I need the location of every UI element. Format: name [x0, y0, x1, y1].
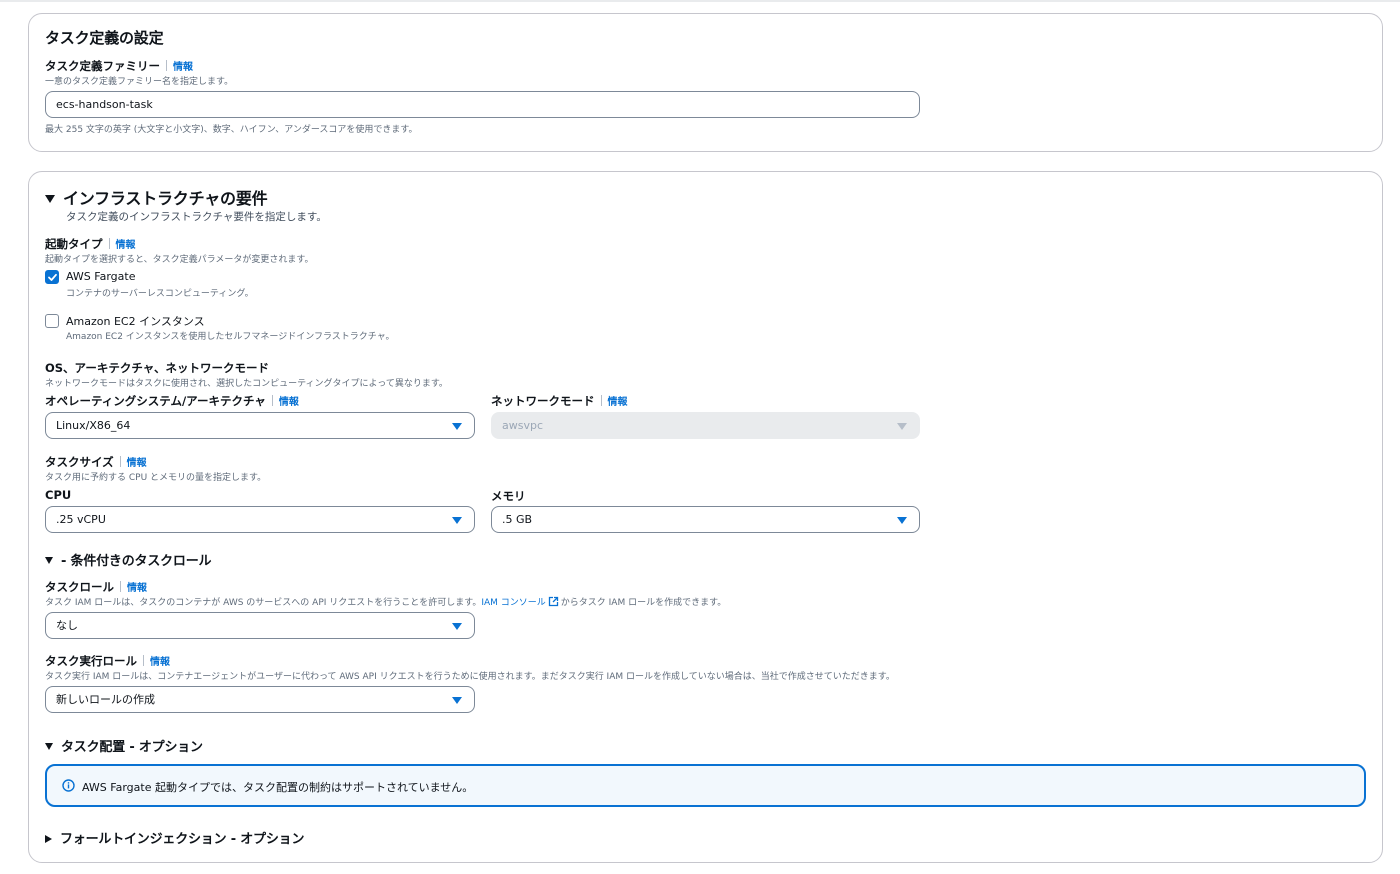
task-definition-title: タスク定義の設定: [45, 29, 164, 47]
infra-header[interactable]: インフラストラクチャの要件: [45, 185, 268, 209]
launch-type-label-row: 起動タイプ 情報: [45, 236, 136, 252]
ec2-checkbox[interactable]: [45, 314, 59, 328]
task-definition-panel: タスク定義の設定 タスク定義ファミリー 情報 一意のタスク定義ファミリー名を指定し…: [28, 13, 1383, 152]
infra-subtitle: タスク定義のインフラストラクチャ要件を指定します。: [66, 211, 327, 223]
separator: [166, 60, 167, 71]
fault-injection-section-header[interactable]: フォールトインジェクション - オプション: [45, 828, 304, 847]
chevron-down-icon: [897, 423, 907, 430]
task-size-label: タスクサイズ: [45, 455, 114, 469]
external-link-icon[interactable]: [548, 596, 559, 607]
network-label: ネットワークモード: [491, 394, 595, 408]
task-role-section-header[interactable]: - 条件付きのタスクロール: [45, 550, 212, 569]
placement-title: タスク配置 - オプション: [61, 740, 203, 755]
cpu-label: CPU: [45, 488, 72, 502]
os-select-value: Linux/X86_64: [56, 419, 131, 432]
chevron-down-icon: [452, 697, 462, 704]
exec-role-label-row: タスク実行ロール 情報: [45, 653, 170, 669]
separator: [143, 655, 144, 666]
expand-caret-icon: [45, 195, 55, 203]
expand-caret-icon: [45, 557, 53, 564]
fargate-description: コンテナのサーバーレスコンピューティング。: [66, 289, 254, 299]
os-section-description: ネットワークモードはタスクに使用され、選択したコンピューティングタイプによって異…: [45, 379, 448, 389]
task-role-select[interactable]: なし: [45, 612, 475, 639]
task-role-label-row: タスクロール 情報: [45, 579, 147, 595]
memory-label: メモリ: [491, 489, 526, 503]
separator: [108, 238, 110, 249]
family-input[interactable]: ecs-handson-task: [45, 91, 920, 118]
os-info-link[interactable]: 情報: [279, 397, 299, 408]
task-size-label-row: タスクサイズ 情報: [45, 454, 147, 470]
task-size-info-link[interactable]: 情報: [127, 458, 147, 469]
fault-injection-title: フォールトインジェクション - オプション: [60, 832, 305, 847]
exec-role-info-link[interactable]: 情報: [150, 657, 170, 668]
cpu-select-value: .25 vCPU: [56, 513, 106, 526]
network-mode-select: awsvpc: [491, 412, 920, 439]
os-label-row: オペレーティングシステム/アーキテクチャ 情報: [45, 393, 299, 409]
task-role-description: タスク IAM ロールは、タスクのコンテナが AWS のサービスへの API リ…: [45, 595, 726, 608]
expand-caret-icon: [45, 835, 52, 843]
exec-role-select[interactable]: 新しいロールの作成: [45, 686, 475, 713]
iam-console-link[interactable]: IAM コンソール: [481, 598, 545, 608]
exec-role-label: タスク実行ロール: [45, 654, 137, 668]
family-constraint-hint: 最大 255 文字の英字 (大文字と小文字)、数字、ハイフン、アンダースコアを使…: [45, 125, 418, 135]
check-icon: [47, 273, 57, 281]
family-info-link[interactable]: 情報: [173, 62, 193, 73]
exec-role-select-value: 新しいロールの作成: [56, 693, 155, 706]
os-label: オペレーティングシステム/アーキテクチャ: [45, 394, 266, 408]
network-select-value: awsvpc: [502, 419, 544, 432]
placement-section-header[interactable]: タスク配置 - オプション: [45, 736, 203, 755]
task-size-description: タスク用に予約する CPU とメモリの量を指定します。: [45, 473, 267, 483]
task-role-select-value: なし: [56, 619, 78, 632]
family-label-row: タスク定義ファミリー 情報: [45, 58, 193, 74]
info-circle-icon: [62, 779, 75, 792]
family-description: 一意のタスク定義ファミリー名を指定します。: [45, 77, 234, 87]
chevron-down-icon: [897, 517, 907, 524]
task-role-info-link[interactable]: 情報: [127, 583, 147, 594]
memory-select[interactable]: .5 GB: [491, 506, 920, 533]
top-divider: [0, 0, 1400, 2]
launch-type-description: 起動タイプを選択すると、タスク定義パラメータが変更されます。: [45, 255, 314, 265]
chevron-down-icon: [452, 623, 462, 630]
task-role-label: タスクロール: [45, 580, 114, 594]
task-role-section-title: - 条件付きのタスクロール: [61, 554, 212, 569]
ec2-description: Amazon EC2 インスタンスを使用したセルフマネージドインフラストラクチャ…: [66, 332, 395, 342]
placement-info-alert: AWS Fargate 起動タイプでは、タスク配置の制約はサポートされていません…: [45, 764, 1366, 807]
family-label: タスク定義ファミリー: [45, 59, 160, 73]
chevron-down-icon: [452, 517, 462, 524]
memory-select-value: .5 GB: [502, 513, 533, 526]
task-role-desc-after: からタスク IAM ロールを作成できます。: [560, 598, 727, 608]
separator: [271, 395, 273, 406]
infra-title: インフラストラクチャの要件: [63, 189, 268, 208]
separator: [600, 395, 602, 406]
fargate-label[interactable]: AWS Fargate: [66, 270, 135, 283]
os-select[interactable]: Linux/X86_64: [45, 412, 475, 439]
launch-type-info-link[interactable]: 情報: [116, 240, 136, 251]
ec2-label[interactable]: Amazon EC2 インスタンス: [66, 313, 205, 329]
expand-caret-icon: [45, 743, 53, 750]
exec-role-description: タスク実行 IAM ロールは、コンテナエージェントがユーザーに代わって AWS …: [45, 672, 895, 682]
launch-type-label: 起動タイプ: [45, 237, 103, 251]
network-label-row: ネットワークモード 情報: [491, 393, 628, 409]
task-role-desc-before: タスク IAM ロールは、タスクのコンテナが AWS のサービスへの API リ…: [45, 598, 482, 608]
fargate-checkbox[interactable]: [45, 270, 59, 284]
separator: [119, 456, 121, 467]
os-section-label: OS、アーキテクチャ、ネットワークモード: [45, 361, 270, 375]
placement-alert-text: AWS Fargate 起動タイプでは、タスク配置の制約はサポートされていません…: [82, 781, 474, 794]
chevron-down-icon: [452, 423, 462, 430]
separator: [120, 581, 121, 592]
infrastructure-panel: インフラストラクチャの要件 タスク定義のインフラストラクチャ要件を指定します。 …: [28, 171, 1383, 863]
cpu-select[interactable]: .25 vCPU: [45, 506, 475, 533]
network-info-link[interactable]: 情報: [608, 397, 628, 408]
